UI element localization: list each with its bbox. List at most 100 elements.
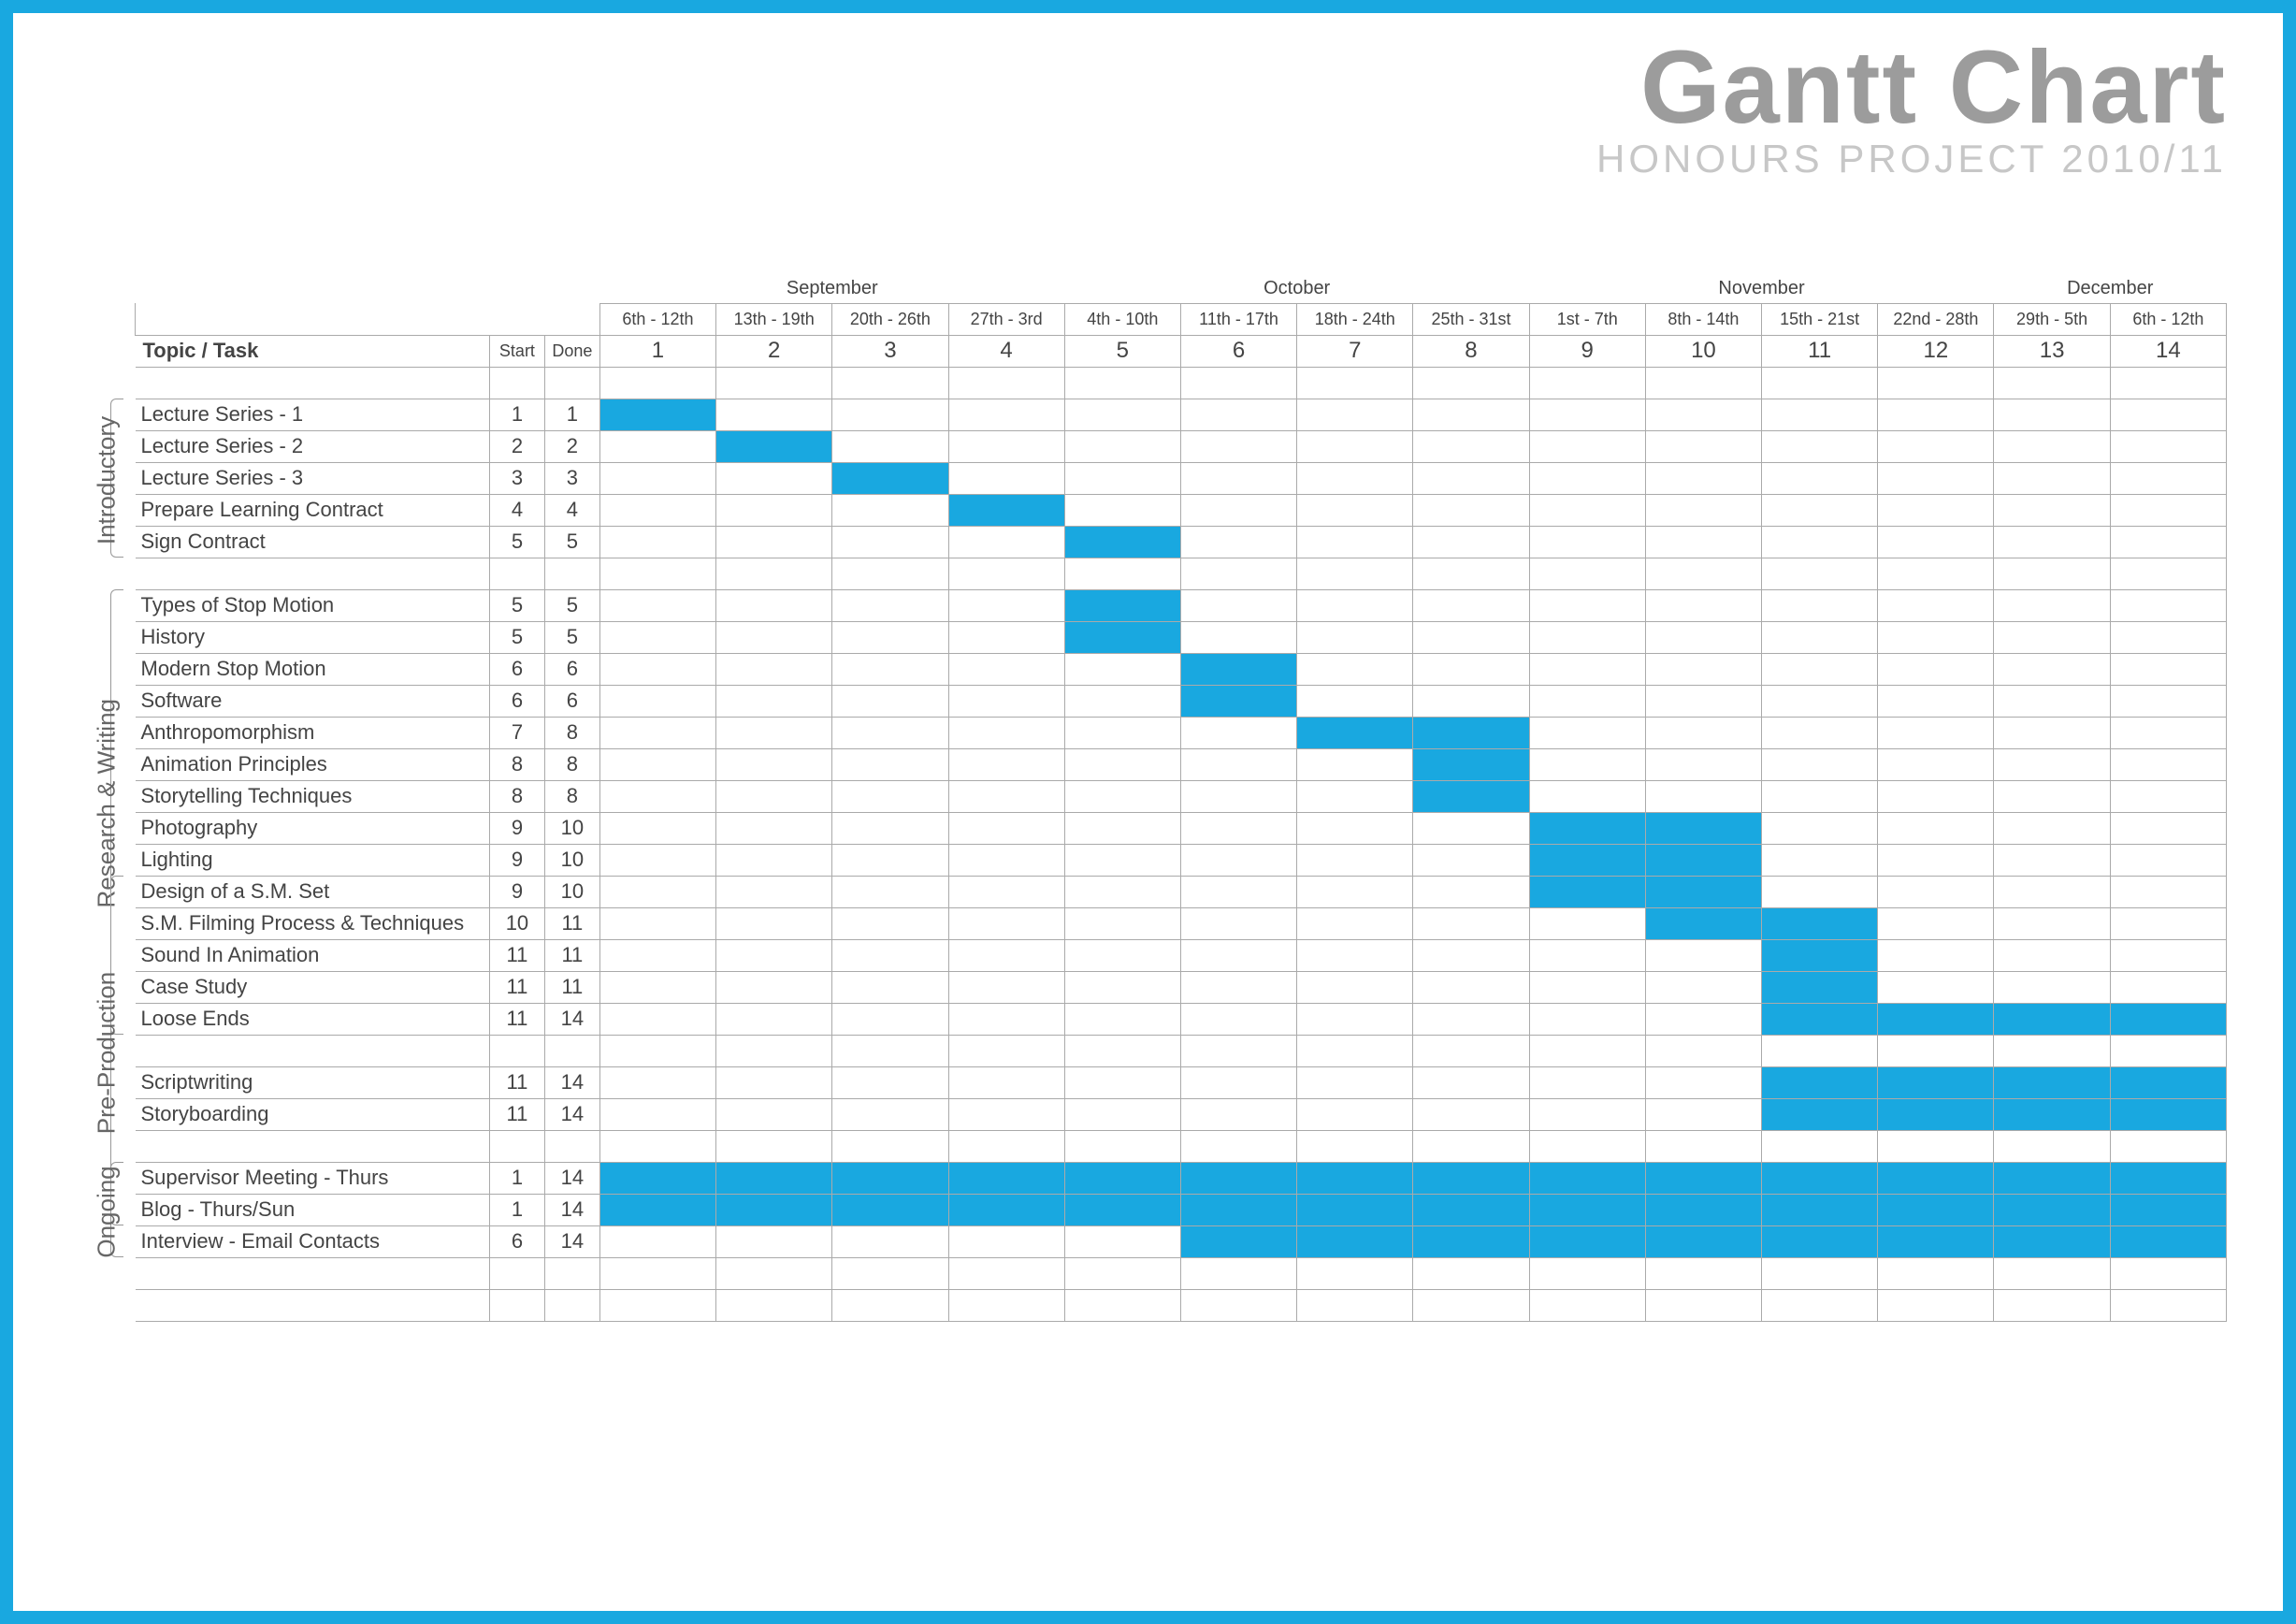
gantt-cell [1064,494,1180,526]
gantt-cell [1994,685,2110,717]
task-name: Blog - Thurs/Sun [136,1194,490,1225]
week-range: 13th - 19th [716,303,832,335]
gantt-cell [599,589,715,621]
task-name: Sign Contract [136,526,490,558]
gantt-cell [716,1066,832,1098]
gantt-cell [716,812,832,844]
gantt-cell [1180,653,1296,685]
gantt-cell [1529,812,1645,844]
gantt-cell [599,621,715,653]
start-column-header: Start [489,335,544,367]
task-start: 8 [489,780,544,812]
task-name: Interview - Email Contacts [136,1225,490,1257]
gantt-cell [1762,812,1878,844]
gantt-cell [1529,844,1645,876]
gantt-cell [1645,876,1761,907]
gantt-cell [716,1194,832,1225]
gantt-cell [1994,748,2110,780]
week-number: 11 [1762,335,1878,367]
gantt-cell [948,589,1064,621]
gantt-cell [1878,907,1994,939]
task-start: 9 [489,844,544,876]
task-done: 11 [544,971,599,1003]
task-done: 5 [544,589,599,621]
section-label: Introductory [93,387,122,574]
gantt-cell [716,685,832,717]
week-range: 25th - 31st [1413,303,1529,335]
gantt-cell [2110,399,2226,430]
gantt-cell [1529,1194,1645,1225]
month-header: December [1994,275,2227,303]
gantt-cell [948,1225,1064,1257]
gantt-cell [1297,1003,1413,1035]
week-number: 9 [1529,335,1645,367]
week-range: 4th - 10th [1064,303,1180,335]
gantt-cell [832,907,948,939]
gantt-cell [948,907,1064,939]
gantt-cell [1064,939,1180,971]
gantt-cell [1762,430,1878,462]
month-header: September [599,275,1064,303]
gantt-cell [2110,780,2226,812]
gantt-cell [1529,907,1645,939]
gantt-cell [599,399,715,430]
gantt-cell [1645,430,1761,462]
gantt-cell [1994,621,2110,653]
gantt-cell [1529,526,1645,558]
gantt-cell [948,430,1064,462]
gantt-cell [948,621,1064,653]
gantt-cell [1297,430,1413,462]
gantt-cell [1064,1194,1180,1225]
section-label: Ongoing [93,1119,122,1306]
spacer-row [136,367,2227,399]
gantt-cell [1064,748,1180,780]
task-done: 5 [544,526,599,558]
gantt-cell [1529,876,1645,907]
gantt-cell [832,462,948,494]
gantt-cell [1297,1066,1413,1098]
gantt-cell [2110,1066,2226,1098]
gantt-cell [1762,1003,1878,1035]
gantt-cell [2110,621,2226,653]
gantt-cell [1297,939,1413,971]
gantt-cell [1064,462,1180,494]
task-name: Modern Stop Motion [136,653,490,685]
gantt-cell [1064,621,1180,653]
gantt-cell [1297,399,1413,430]
gantt-cell [1529,780,1645,812]
gantt-cell [2110,876,2226,907]
gantt-cell [1180,844,1296,876]
gantt-cell [1762,907,1878,939]
task-start: 9 [489,812,544,844]
gantt-cell [1645,907,1761,939]
gantt-cell [1878,1225,1994,1257]
gantt-cell [1064,526,1180,558]
gantt-cell [832,1225,948,1257]
week-number: 2 [716,335,832,367]
gantt-cell [948,876,1064,907]
gantt-cell [1994,971,2110,1003]
gantt-cell [1180,717,1296,748]
gantt-cell [1762,526,1878,558]
task-row: Software66 [136,685,2227,717]
gantt-cell [1994,1162,2110,1194]
gantt-cell [1297,971,1413,1003]
gantt-cell [1994,844,2110,876]
gantt-cell [716,621,832,653]
task-done: 6 [544,685,599,717]
gantt-cell [1994,462,2110,494]
gantt-cell [1762,1225,1878,1257]
gantt-cell [2110,971,2226,1003]
week-number: 13 [1994,335,2110,367]
gantt-cell [948,1066,1064,1098]
task-name: Types of Stop Motion [136,589,490,621]
gantt-cell [1994,1003,2110,1035]
gantt-cell [1413,748,1529,780]
gantt-cell [1180,462,1296,494]
gantt-cell [1064,907,1180,939]
week-range: 18th - 24th [1297,303,1413,335]
week-number: 6 [1180,335,1296,367]
task-start: 1 [489,399,544,430]
gantt-cell [832,876,948,907]
gantt-cell [1529,1003,1645,1035]
